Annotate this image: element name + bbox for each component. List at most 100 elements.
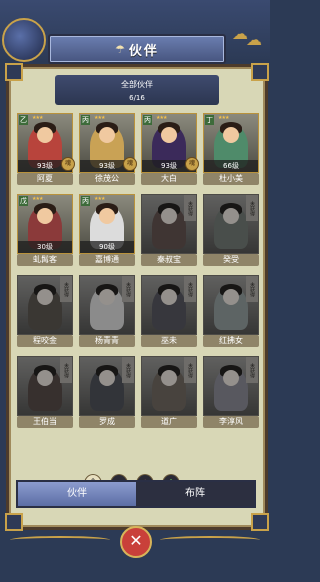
corner-ornament	[251, 63, 269, 81]
partner-face	[223, 127, 239, 143]
partner-name: 虬髯客	[17, 254, 73, 266]
level-label: 90级	[80, 241, 134, 253]
tab-formation[interactable]: 布阵	[136, 482, 254, 506]
partner-face	[37, 208, 53, 224]
partner-card[interactable]: 未获得巫未	[141, 275, 197, 351]
rank-badge: 丁	[205, 115, 214, 125]
tab-bar: 伙伴 布阵	[16, 480, 256, 508]
partner-face	[161, 127, 177, 143]
partner-face	[223, 208, 239, 224]
corner-ornament	[5, 513, 23, 531]
partner-face	[37, 289, 53, 305]
rank-badge: 乙	[19, 115, 28, 125]
star-icon: ★★★	[94, 115, 105, 121]
unobtained-tag: 未获得	[184, 195, 196, 221]
partner-name: 阿夏	[17, 173, 73, 185]
star-icon: ★★★	[32, 115, 43, 121]
partner-portrait: 未获得	[141, 194, 197, 254]
partner-name: 程咬金	[17, 335, 73, 347]
level-label: 30级	[18, 241, 72, 253]
partner-portrait: 未获得	[203, 275, 259, 335]
partner-face	[161, 289, 177, 305]
partner-card[interactable]: 未获得杨青青	[79, 275, 135, 351]
partner-card[interactable]: 未获得道广	[141, 356, 197, 432]
partner-name: 红拂女	[203, 335, 259, 347]
partner-name: 大白	[141, 173, 197, 185]
partner-count-header: 全部伙伴 6/16	[55, 75, 219, 105]
partner-face	[99, 208, 115, 224]
tab-partners[interactable]: 伙伴	[18, 482, 136, 506]
unobtained-tag: 未获得	[122, 276, 134, 302]
partner-name: 癸受	[203, 254, 259, 266]
partner-portrait: 未获得	[17, 275, 73, 335]
corner-ornament	[251, 513, 269, 531]
partner-name: 罗成	[79, 416, 135, 428]
partner-name: 秦叔宝	[141, 254, 197, 266]
partner-card[interactable]: 未获得红拂女	[203, 275, 259, 351]
unobtained-tag: 未获得	[246, 276, 258, 302]
partner-card[interactable]: 未获得王伯当	[17, 356, 73, 432]
partner-card[interactable]: 未获得 李淳风	[203, 356, 259, 432]
unobtained-tag: 未获得	[184, 357, 196, 383]
soul-badge: 魂	[61, 157, 75, 171]
partner-portrait: 丁 ★★★ 66级	[203, 113, 259, 173]
partner-portrait: 未获得	[203, 194, 259, 254]
partner-name: 杜小美	[203, 173, 259, 185]
partner-face	[99, 370, 115, 386]
partner-portrait: 丙 ★★★ 90级	[79, 194, 135, 254]
level-label: 66级	[204, 160, 258, 172]
close-button[interactable]: ✕	[120, 526, 152, 558]
partner-face	[223, 289, 239, 305]
star-icon: ★★★	[94, 196, 105, 202]
partner-portrait: 未获得	[141, 275, 197, 335]
partner-portrait: 未获得	[79, 275, 135, 335]
partner-portrait: 未获得	[79, 356, 135, 416]
bottom-ornament	[10, 536, 110, 544]
unobtained-tag: 未获得	[184, 276, 196, 302]
umbrella-icon: ☂	[115, 42, 125, 56]
partner-name: 杨青青	[79, 335, 135, 347]
partner-portrait: 未获得	[17, 356, 73, 416]
partner-card[interactable]: 丁 ★★★ 66级 杜小美	[203, 113, 259, 189]
cloud-ornament-icon: ☁ ☁	[232, 24, 262, 49]
partner-face	[99, 289, 115, 305]
unobtained-tag: 未获得	[60, 357, 72, 383]
partner-name: 王伯当	[17, 416, 73, 428]
partner-face	[161, 370, 177, 386]
partner-face	[161, 208, 177, 224]
partner-portrait: 未获得	[203, 356, 259, 416]
partner-name: 嘉博通	[79, 254, 135, 266]
soul-badge: 魂	[185, 157, 199, 171]
star-icon: ★★★	[156, 115, 167, 121]
partner-card[interactable]: 乙 ★★★ 93级魂阿夏	[17, 113, 75, 189]
partner-card[interactable]: 未获得罗成	[79, 356, 135, 432]
all-partners-label: 全部伙伴	[121, 80, 153, 89]
partner-name: 道广	[141, 416, 197, 428]
partner-portrait: 戊 ★★★ 30级	[17, 194, 73, 254]
partner-panel: 全部伙伴 6/16 乙 ★★★ 93级魂阿夏丙 ★★★ 93级魂徐茂公丙 ★★★ 93级魂大…	[5, 63, 269, 531]
partner-card[interactable]: 未获得程咬金	[17, 275, 73, 351]
title-bar: ☂ 伙伴	[48, 34, 226, 64]
page-title: 伙伴	[128, 43, 159, 59]
dragon-emblem-icon	[2, 18, 46, 62]
unobtained-tag: 未获得	[246, 195, 258, 221]
partner-card[interactable]: 丙 ★★★ 90级 嘉博通	[79, 194, 135, 270]
soul-badge: 魂	[123, 157, 137, 171]
star-icon: ★★★	[218, 115, 229, 121]
partner-name: 巫未	[141, 335, 197, 347]
partner-portrait: 未获得	[141, 356, 197, 416]
partner-card[interactable]: 丙 ★★★ 93级魂大白	[141, 113, 199, 189]
rank-badge: 丙	[81, 115, 90, 125]
rank-badge: 丙	[143, 115, 152, 125]
unobtained-tag: 未获得	[122, 357, 134, 383]
partner-card[interactable]: 戊 ★★★ 30级 虬髯客	[17, 194, 73, 270]
partner-face	[37, 127, 53, 143]
partner-face	[37, 370, 53, 386]
partner-name: 李淳风	[203, 416, 259, 428]
unobtained-tag: 未获得	[60, 276, 72, 302]
partner-card[interactable]: 未获得秦叔宝	[141, 194, 197, 270]
rank-badge: 丙	[81, 196, 90, 206]
partner-card[interactable]: 丙 ★★★ 93级魂徐茂公	[79, 113, 137, 189]
partner-card[interactable]: 未获得癸受	[203, 194, 259, 270]
partner-face	[223, 370, 239, 386]
